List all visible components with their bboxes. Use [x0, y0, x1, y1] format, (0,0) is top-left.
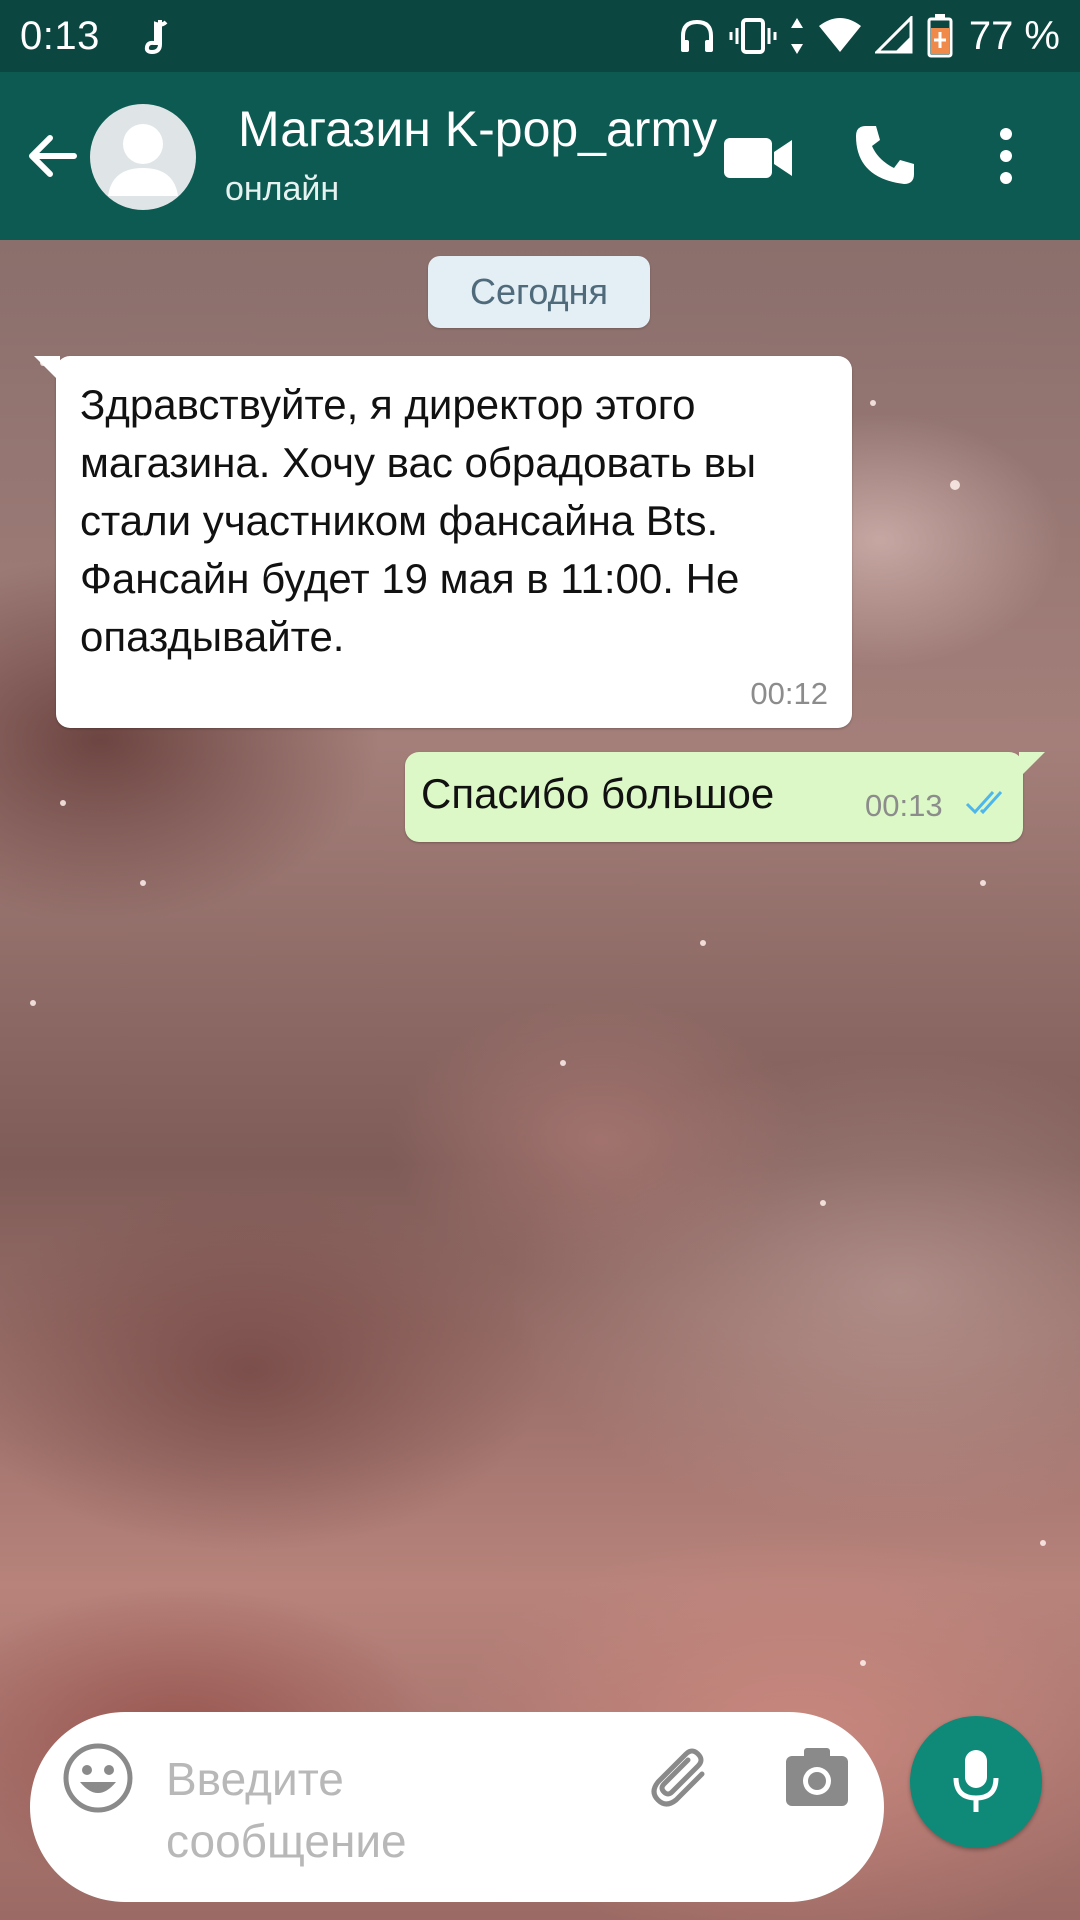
message-bubble-incoming[interactable]: Здравствуйте, я директор этого магазина.… — [34, 356, 852, 728]
mic-icon — [953, 1750, 999, 1812]
date-chip: Сегодня — [428, 256, 650, 328]
double-check-read-icon — [965, 790, 1003, 815]
vibrate-icon — [729, 18, 777, 54]
back-arrow-icon[interactable] — [22, 124, 86, 188]
message-input[interactable]: Введите сообщение — [166, 1748, 586, 1872]
battery-percent: 77 % — [968, 13, 1060, 58]
message-text: Здравствуйте, я директор этого магазина.… — [80, 381, 757, 660]
battery-icon — [927, 14, 953, 58]
phone-icon[interactable] — [852, 122, 918, 188]
mic-button[interactable] — [910, 1716, 1042, 1848]
signal-icon — [874, 16, 913, 54]
emoji-icon[interactable] — [62, 1742, 134, 1814]
wifi-icon — [818, 18, 861, 52]
chat-area[interactable]: Сегодня Здравствуйте, я директор этого м… — [0, 240, 1080, 1920]
data-arrows-icon — [790, 18, 803, 54]
status-bar: 0:13 77 % — [0, 0, 1080, 72]
message-time: 00:13 — [865, 788, 943, 823]
contact-status: онлайн — [225, 170, 340, 208]
avatar-icon — [108, 124, 178, 196]
message-text: Спасибо большое — [421, 770, 775, 817]
notification-icon — [144, 20, 168, 55]
camera-icon[interactable] — [784, 1744, 850, 1810]
contact-name[interactable]: Магазин K-pop_army — [238, 100, 758, 158]
video-call-icon[interactable] — [722, 130, 794, 186]
status-icons: 77 % — [677, 10, 1060, 62]
headphones-icon — [680, 19, 713, 52]
avatar[interactable] — [90, 104, 196, 210]
attach-icon[interactable] — [646, 1744, 718, 1816]
chat-header: Магазин K-pop_army онлайн — [0, 72, 1080, 240]
message-bubble-outgoing[interactable]: Спасибо большое 00:13 — [405, 752, 1045, 842]
message-time: 00:12 — [750, 676, 828, 711]
status-time: 0:13 — [20, 14, 100, 58]
more-vert-icon[interactable] — [988, 124, 1024, 188]
